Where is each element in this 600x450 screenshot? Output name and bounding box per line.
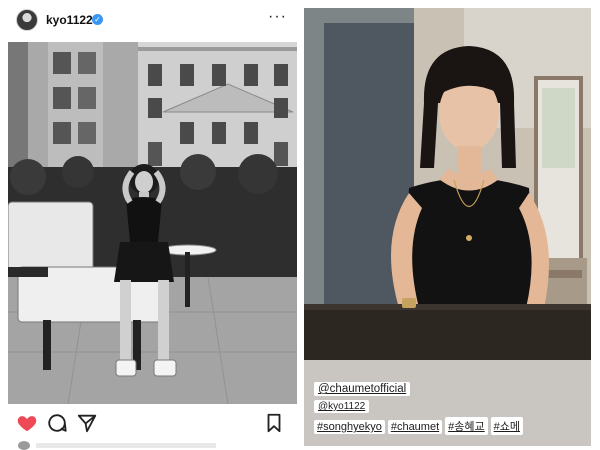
mention-chaumetofficial[interactable]: @chaumetofficial [314,382,411,396]
story-screenshot [304,8,591,446]
post-photo[interactable] [8,42,297,404]
hashtag-songhyekyo-korean[interactable]: #송혜교 [445,417,488,435]
post-photo-image [8,42,297,404]
send-icon[interactable] [76,412,98,434]
liked-by-row [8,440,297,450]
hashtag-songhyekyo[interactable]: #songhyekyo [314,420,385,434]
liked-by-avatar [18,441,30,450]
heart-icon[interactable] [16,412,38,434]
post-header: kyo1122 ✓ ··· [8,6,297,36]
avatar[interactable] [16,9,38,31]
comment-icon[interactable] [46,412,68,434]
post-actions [8,410,297,436]
story-photo-image [304,8,591,360]
mention-kyo1122[interactable]: @kyo1122 [314,400,370,413]
hashtag-chaumet-korean[interactable]: #쇼메 [490,417,523,435]
liked-by-text [36,443,216,448]
more-options-icon[interactable]: ··· [268,8,287,26]
hashtag-row: #songhyekyo #chaumet #송혜교 #쇼메 [314,417,526,435]
bookmark-icon[interactable] [263,412,285,434]
post-username[interactable]: kyo1122 [46,13,93,27]
hashtag-chaumet[interactable]: #chaumet [387,420,443,434]
instagram-post: kyo1122 ✓ ··· [8,0,297,450]
verified-badge-icon: ✓ [92,14,103,25]
story-photo[interactable] [304,8,591,360]
